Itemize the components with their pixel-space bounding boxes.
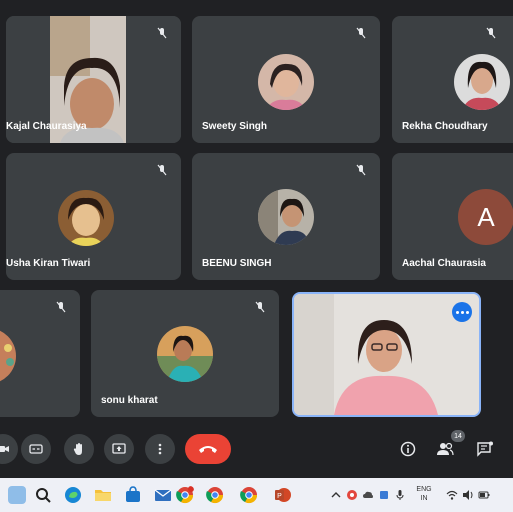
avatar <box>157 326 213 382</box>
more-options-icon[interactable] <box>452 302 472 322</box>
windows-security-icon[interactable] <box>378 489 390 501</box>
more-options-button[interactable] <box>145 434 175 464</box>
people-button[interactable] <box>434 438 456 460</box>
participant-name: Rekha Choudhary <box>402 121 488 132</box>
participant-tile-rekha[interactable]: Rekha Choudhary <box>392 16 513 143</box>
wifi-icon[interactable] <box>446 489 458 501</box>
edge-browser-icon[interactable] <box>64 486 82 504</box>
participant-tile-beenu[interactable]: BEENU SINGH <box>192 153 380 280</box>
chevron-up-icon[interactable] <box>330 489 342 501</box>
file-explorer-icon[interactable] <box>94 486 112 504</box>
present-screen-icon <box>112 443 126 454</box>
participant-name: sonu kharat <box>101 395 158 406</box>
chrome-icon[interactable] <box>240 486 258 504</box>
mic-off-icon <box>356 164 366 176</box>
participant-name: Sweety Singh <box>202 121 268 132</box>
participant-tile-sonu[interactable]: sonu kharat <box>91 290 279 417</box>
participant-tile-kajal[interactable]: Kajal Chaurasiya <box>6 16 181 143</box>
captions-icon <box>29 444 43 454</box>
present-button[interactable] <box>104 434 134 464</box>
participant-name: BEENU SINGH <box>202 258 272 269</box>
avatar <box>258 54 314 110</box>
self-video-tile[interactable] <box>292 292 481 417</box>
meeting-details-button[interactable] <box>397 438 419 460</box>
battery-icon[interactable] <box>478 489 490 501</box>
cloud-icon[interactable] <box>362 489 374 501</box>
avatar <box>454 54 510 110</box>
chrome-icon[interactable] <box>206 486 224 504</box>
hand-icon <box>73 443 82 455</box>
volume-icon[interactable] <box>462 489 474 501</box>
raise-hand-button[interactable] <box>64 434 94 464</box>
camera-icon <box>0 446 9 452</box>
participant-tile-usha[interactable]: Usha Kiran Tiwari <box>6 153 181 280</box>
avatar <box>0 328 16 384</box>
chat-button[interactable] <box>474 438 496 460</box>
participant-name: Aachal Chaurasia <box>402 258 486 269</box>
chat-icon <box>477 441 493 457</box>
antivirus-icon[interactable] <box>346 489 358 501</box>
mic-off-icon <box>157 27 167 39</box>
language-code: ENG <box>416 486 432 493</box>
svg-text:P: P <box>277 493 282 500</box>
participant-tile-partial[interactable] <box>0 290 80 417</box>
participant-name: Kajal Chaurasiya <box>6 121 87 132</box>
info-icon <box>400 441 416 457</box>
windows-start-icon[interactable] <box>8 486 26 504</box>
meeting-grid: Kajal Chaurasiya Sweety Singh Rekha Chou… <box>0 0 513 478</box>
hang-up-icon <box>199 446 217 453</box>
taskbar: P ENG IN <box>0 478 513 512</box>
search-icon[interactable] <box>34 486 52 504</box>
people-icon <box>437 442 454 456</box>
mic-off-icon <box>56 301 66 313</box>
microphone-icon[interactable] <box>394 489 406 501</box>
powerpoint-icon[interactable]: P <box>274 486 292 504</box>
store-icon[interactable] <box>124 486 142 504</box>
mic-off-icon <box>486 27 496 39</box>
mail-icon[interactable] <box>154 486 172 504</box>
mic-off-icon <box>157 164 167 176</box>
end-call-button[interactable] <box>185 434 231 464</box>
more-vert-icon <box>158 443 162 455</box>
mic-off-icon <box>356 27 366 39</box>
avatar <box>258 189 314 245</box>
language-indicator[interactable]: ENG IN <box>414 485 434 503</box>
region-code: IN <box>420 495 428 502</box>
captions-button[interactable] <box>21 434 51 464</box>
camera-button[interactable] <box>0 434 18 464</box>
letter-avatar: A <box>458 189 513 245</box>
participant-tile-aachal[interactable]: A Aachal Chaurasia <box>392 153 513 280</box>
participant-tile-sweety[interactable]: Sweety Singh <box>192 16 380 143</box>
mic-off-icon <box>255 301 265 313</box>
avatar <box>58 190 114 246</box>
chrome-icon[interactable] <box>176 486 194 504</box>
participant-name: Usha Kiran Tiwari <box>6 258 91 269</box>
